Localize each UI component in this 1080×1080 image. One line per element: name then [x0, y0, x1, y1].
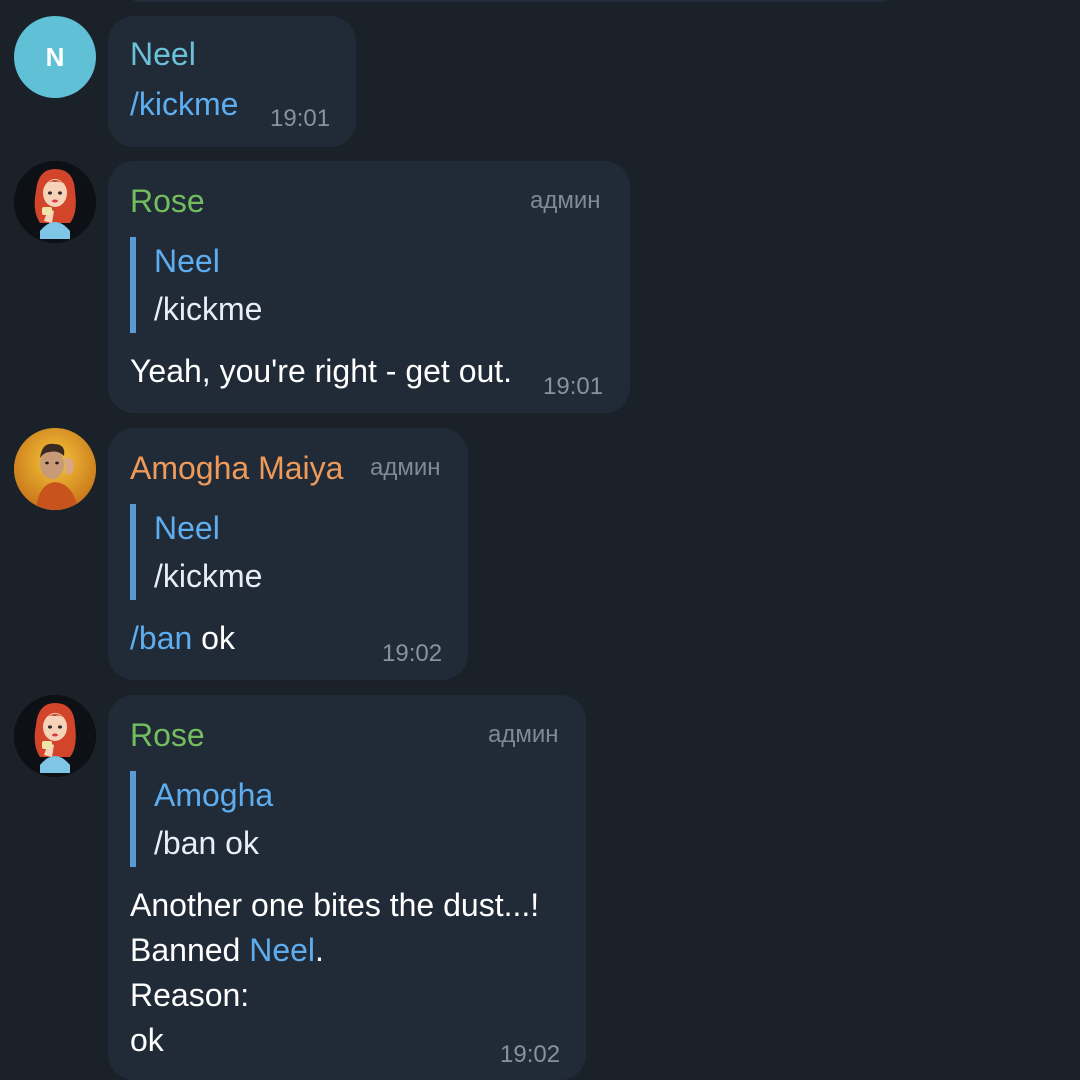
previous-message-bubble-edge	[128, 0, 892, 2]
message-time: 19:02	[382, 640, 443, 667]
avatar-amogha[interactable]	[14, 428, 96, 510]
man-portrait-avatar-icon	[14, 428, 96, 510]
message-time: 19:01	[543, 373, 604, 400]
banned-prefix: Banned	[130, 932, 250, 968]
message-bubble-neel[interactable]: Neel /kickme 19:01	[108, 16, 356, 147]
message-bubble-rose-2[interactable]: Rose админ Amogha /ban ok Another one bi…	[108, 695, 586, 1080]
message-line-3: Reason:	[130, 977, 250, 1013]
message-line-4: ok	[130, 1022, 164, 1058]
reply-quote[interactable]: Amogha /ban ok	[130, 771, 273, 867]
message-time: 19:02	[500, 1041, 561, 1068]
cartoon-redhead-avatar-icon	[14, 161, 96, 243]
reply-quote[interactable]: Neel /kickme	[130, 504, 262, 600]
reply-sender: Amogha	[154, 777, 274, 813]
avatar-neel[interactable]: N	[14, 16, 96, 98]
message-text: /ban ok	[130, 616, 235, 661]
reply-quote[interactable]: Neel /kickme	[130, 237, 262, 333]
avatar-initial: N	[45, 41, 65, 72]
reply-text: /ban ok	[154, 825, 259, 861]
cartoon-redhead-avatar-icon	[14, 695, 96, 777]
bot-command-link[interactable]: /kickme	[130, 82, 238, 127]
sender-name[interactable]: Neel	[130, 36, 196, 73]
reply-sender: Neel	[154, 243, 220, 279]
sender-name[interactable]: Rose	[130, 717, 205, 754]
sender-name[interactable]: Rose	[130, 183, 205, 220]
admin-badge: админ	[370, 454, 441, 481]
message-text: Yeah, you're right - get out.	[130, 353, 513, 389]
message-line-2: Banned Neel.	[130, 928, 324, 973]
reply-text: /kickme	[154, 291, 263, 327]
admin-badge: админ	[530, 187, 601, 214]
message-bubble-amogha[interactable]: Amogha Maiya админ Neel /kickme /ban ok …	[108, 428, 468, 680]
reply-text: /kickme	[154, 558, 263, 594]
sender-name[interactable]: Amogha Maiya	[130, 450, 343, 487]
banned-suffix: .	[315, 932, 324, 968]
reply-sender: Neel	[154, 510, 220, 546]
bot-command-link[interactable]: /ban	[130, 620, 192, 656]
user-mention-link[interactable]: Neel	[249, 932, 315, 968]
message-time: 19:01	[270, 105, 331, 132]
avatar-rose[interactable]	[14, 161, 96, 243]
admin-badge: админ	[488, 721, 559, 748]
avatar-rose[interactable]	[14, 695, 96, 777]
message-text-rest: ok	[192, 620, 235, 656]
message-line-1: Another one bites the dust...!	[130, 887, 540, 923]
message-bubble-rose-1[interactable]: Rose админ Neel /kickme Yeah, you're rig…	[108, 161, 630, 413]
